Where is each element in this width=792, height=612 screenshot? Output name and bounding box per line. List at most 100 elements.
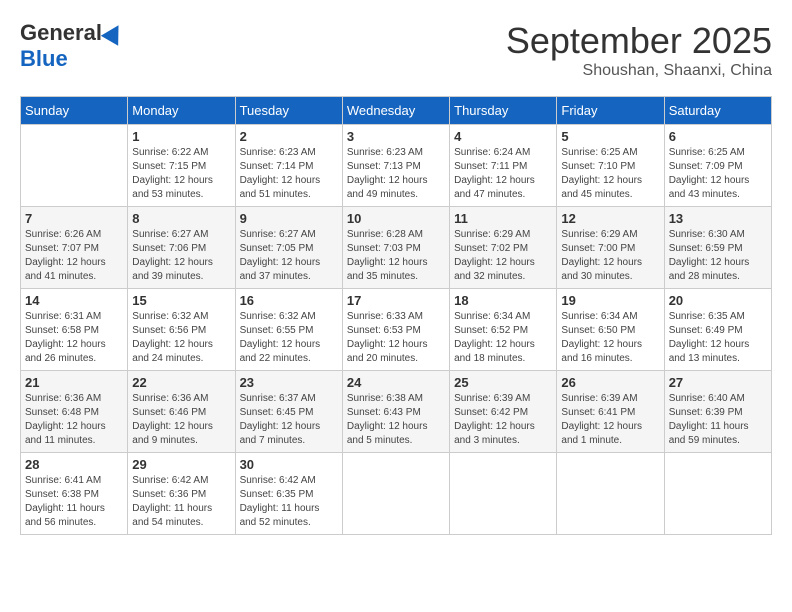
day-number: 7 (25, 211, 123, 226)
calendar-cell: 2 Sunrise: 6:23 AMSunset: 7:14 PMDaylight… (235, 125, 342, 207)
calendar-cell: 20 Sunrise: 6:35 AMSunset: 6:49 PMDayligh… (664, 289, 771, 371)
day-number: 12 (561, 211, 659, 226)
day-info: Sunrise: 6:25 AMSunset: 7:10 PMDaylight:… (561, 146, 659, 202)
day-info: Sunrise: 6:34 AMSunset: 6:50 PMDaylight:… (561, 310, 659, 366)
day-info: Sunrise: 6:23 AMSunset: 7:13 PMDaylight:… (347, 146, 445, 202)
logo-blue-container (102, 24, 124, 42)
day-info: Sunrise: 6:38 AMSunset: 6:43 PMDaylight:… (347, 392, 445, 448)
day-info: Sunrise: 6:37 AMSunset: 6:45 PMDaylight:… (240, 392, 338, 448)
day-number: 27 (669, 375, 767, 390)
calendar-week-row: 7 Sunrise: 6:26 AMSunset: 7:07 PMDaylight… (21, 207, 772, 289)
calendar-cell: 14Sunrise: 6:31 AMSunset: 6:58 PMDayligh… (21, 289, 128, 371)
day-info: Sunrise: 6:25 AMSunset: 7:09 PMDaylight:… (669, 146, 767, 202)
day-info: Sunrise: 6:35 AMSunset: 6:49 PMDaylight:… (669, 310, 767, 366)
day-info: Sunrise: 6:41 AMSunset: 6:38 PMDaylight:… (25, 474, 123, 530)
calendar-cell: 28 Sunrise: 6:41 AMSunset: 6:38 PMDayligh… (21, 453, 128, 535)
calendar-cell: 18 Sunrise: 6:34 AMSunset: 6:52 PMDayligh… (450, 289, 557, 371)
day-number: 16 (240, 293, 338, 308)
calendar-cell: 29 Sunrise: 6:42 AMSunset: 6:36 PMDayligh… (128, 453, 235, 535)
logo-general-text: General (20, 20, 102, 46)
day-number: 18 (454, 293, 552, 308)
calendar-cell: 9 Sunrise: 6:27 AMSunset: 7:05 PMDaylight… (235, 207, 342, 289)
day-info: Sunrise: 6:26 AMSunset: 7:07 PMDaylight:… (25, 228, 123, 284)
day-number: 10 (347, 211, 445, 226)
day-info: Sunrise: 6:39 AMSunset: 6:41 PMDaylight:… (561, 392, 659, 448)
month-title: September 2025 (506, 20, 772, 62)
weekday-header-sunday: Sunday (21, 97, 128, 125)
page-header: General Blue September 2025 Shoushan, Sh… (20, 20, 772, 80)
day-number: 8 (132, 211, 230, 226)
day-number: 24 (347, 375, 445, 390)
logo: General Blue (20, 20, 124, 72)
day-info: Sunrise: 6:32 AMSunset: 6:56 PMDaylight:… (132, 310, 230, 366)
title-block: September 2025 Shoushan, Shaanxi, China (506, 20, 772, 80)
day-info: Sunrise: 6:30 AMSunset: 6:59 PMDaylight:… (669, 228, 767, 284)
day-info: Sunrise: 6:32 AMSunset: 6:55 PMDaylight:… (240, 310, 338, 366)
calendar-cell: 11 Sunrise: 6:29 AMSunset: 7:02 PMDayligh… (450, 207, 557, 289)
calendar-cell: 5 Sunrise: 6:25 AMSunset: 7:10 PMDaylight… (557, 125, 664, 207)
calendar-week-row: 14Sunrise: 6:31 AMSunset: 6:58 PMDayligh… (21, 289, 772, 371)
day-number: 30 (240, 457, 338, 472)
day-number: 14 (25, 293, 123, 308)
calendar-cell: 13 Sunrise: 6:30 AMSunset: 6:59 PMDayligh… (664, 207, 771, 289)
calendar-cell: 1 Sunrise: 6:22 AMSunset: 7:15 PMDaylight… (128, 125, 235, 207)
day-number: 26 (561, 375, 659, 390)
calendar-cell: 8 Sunrise: 6:27 AMSunset: 7:06 PMDaylight… (128, 207, 235, 289)
weekday-header-thursday: Thursday (450, 97, 557, 125)
day-number: 21 (25, 375, 123, 390)
calendar-cell (664, 453, 771, 535)
calendar-cell: 22Sunrise: 6:36 AMSunset: 6:46 PMDayligh… (128, 371, 235, 453)
day-number: 17 (347, 293, 445, 308)
day-number: 3 (347, 129, 445, 144)
calendar-cell: 7 Sunrise: 6:26 AMSunset: 7:07 PMDaylight… (21, 207, 128, 289)
calendar-week-row: 28 Sunrise: 6:41 AMSunset: 6:38 PMDayligh… (21, 453, 772, 535)
day-number: 5 (561, 129, 659, 144)
calendar-week-row: 1 Sunrise: 6:22 AMSunset: 7:15 PMDaylight… (21, 125, 772, 207)
day-info: Sunrise: 6:22 AMSunset: 7:15 PMDaylight:… (132, 146, 230, 202)
day-number: 15 (132, 293, 230, 308)
weekday-header-friday: Friday (557, 97, 664, 125)
calendar-cell: 12 Sunrise: 6:29 AMSunset: 7:00 PMDayligh… (557, 207, 664, 289)
day-info: Sunrise: 6:42 AMSunset: 6:35 PMDaylight:… (240, 474, 338, 530)
day-number: 1 (132, 129, 230, 144)
day-number: 11 (454, 211, 552, 226)
day-number: 20 (669, 293, 767, 308)
day-info: Sunrise: 6:29 AMSunset: 7:00 PMDaylight:… (561, 228, 659, 284)
day-number: 13 (669, 211, 767, 226)
day-info: Sunrise: 6:33 AMSunset: 6:53 PMDaylight:… (347, 310, 445, 366)
day-number: 23 (240, 375, 338, 390)
calendar-cell: 30 Sunrise: 6:42 AMSunset: 6:35 PMDayligh… (235, 453, 342, 535)
calendar-cell: 4Sunrise: 6:24 AMSunset: 7:11 PMDaylight… (450, 125, 557, 207)
calendar-week-row: 21Sunrise: 6:36 AMSunset: 6:48 PMDayligh… (21, 371, 772, 453)
calendar-cell: 27Sunrise: 6:40 AMSunset: 6:39 PMDayligh… (664, 371, 771, 453)
calendar-cell: 25 Sunrise: 6:39 AMSunset: 6:42 PMDayligh… (450, 371, 557, 453)
day-number: 22 (132, 375, 230, 390)
calendar-cell: 24 Sunrise: 6:38 AMSunset: 6:43 PMDayligh… (342, 371, 449, 453)
weekday-header-monday: Monday (128, 97, 235, 125)
day-info: Sunrise: 6:39 AMSunset: 6:42 PMDaylight:… (454, 392, 552, 448)
weekday-header-tuesday: Tuesday (235, 97, 342, 125)
calendar-cell: 6Sunrise: 6:25 AMSunset: 7:09 PMDaylight… (664, 125, 771, 207)
day-number: 28 (25, 457, 123, 472)
day-number: 2 (240, 129, 338, 144)
day-info: Sunrise: 6:27 AMSunset: 7:06 PMDaylight:… (132, 228, 230, 284)
day-info: Sunrise: 6:34 AMSunset: 6:52 PMDaylight:… (454, 310, 552, 366)
day-number: 4 (454, 129, 552, 144)
day-info: Sunrise: 6:27 AMSunset: 7:05 PMDaylight:… (240, 228, 338, 284)
calendar-cell (557, 453, 664, 535)
logo-blue-text: Blue (20, 46, 68, 72)
calendar-cell: 3 Sunrise: 6:23 AMSunset: 7:13 PMDaylight… (342, 125, 449, 207)
calendar-cell (342, 453, 449, 535)
calendar-cell: 19Sunrise: 6:34 AMSunset: 6:50 PMDayligh… (557, 289, 664, 371)
calendar-cell: 26 Sunrise: 6:39 AMSunset: 6:41 PMDayligh… (557, 371, 664, 453)
day-info: Sunrise: 6:23 AMSunset: 7:14 PMDaylight:… (240, 146, 338, 202)
day-info: Sunrise: 6:29 AMSunset: 7:02 PMDaylight:… (454, 228, 552, 284)
day-number: 25 (454, 375, 552, 390)
day-number: 9 (240, 211, 338, 226)
calendar-table: SundayMondayTuesdayWednesdayThursdayFrid… (20, 96, 772, 535)
calendar-cell: 23 Sunrise: 6:37 AMSunset: 6:45 PMDayligh… (235, 371, 342, 453)
day-number: 29 (132, 457, 230, 472)
day-info: Sunrise: 6:42 AMSunset: 6:36 PMDaylight:… (132, 474, 230, 530)
calendar-cell (450, 453, 557, 535)
day-info: Sunrise: 6:28 AMSunset: 7:03 PMDaylight:… (347, 228, 445, 284)
